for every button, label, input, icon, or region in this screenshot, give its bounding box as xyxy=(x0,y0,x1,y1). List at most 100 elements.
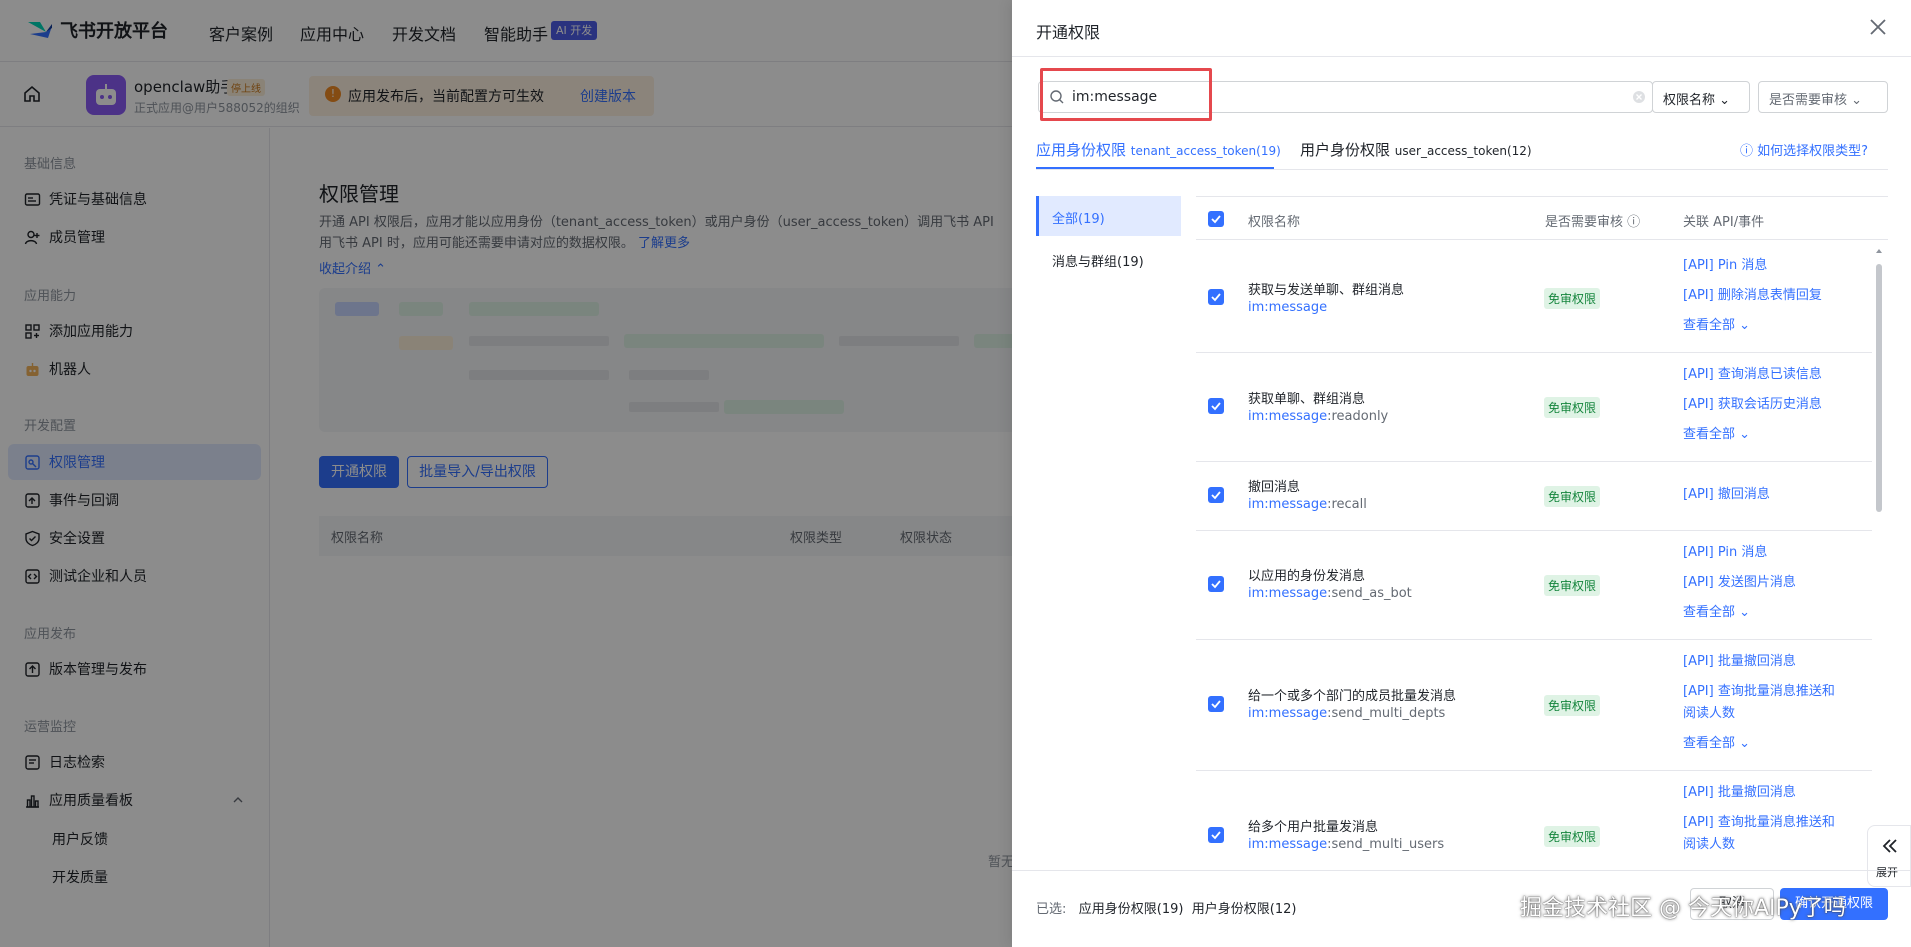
row-checkbox[interactable] xyxy=(1208,696,1224,712)
api-link[interactable]: [API] 批量撤回消息 xyxy=(1683,782,1796,804)
tab-token: user_access_token(12) xyxy=(1394,144,1532,158)
scope-rest: :readonly xyxy=(1327,409,1389,424)
see-all-label: 查看全部 xyxy=(1683,427,1736,442)
expand-panel-button[interactable]: 展开 xyxy=(1867,825,1911,887)
chevron-down-icon: ⌄ xyxy=(1851,93,1863,108)
permission-name: 给多个用户批量发消息 xyxy=(1248,820,1379,835)
modal-overlay[interactable] xyxy=(0,0,1012,947)
api-link[interactable]: [API] Pin 消息 xyxy=(1683,542,1767,564)
select-all-checkbox[interactable] xyxy=(1208,211,1224,227)
drawer-divider xyxy=(1012,56,1911,57)
api-link[interactable]: [API] 发送图片消息 xyxy=(1683,572,1796,594)
chevron-down-icon: ⌄ xyxy=(1739,605,1751,620)
see-all-link[interactable]: 查看全部 ⌄ xyxy=(1683,424,1750,446)
row-divider xyxy=(1196,770,1872,771)
col-needs-review: 是否需要审核 ⓘ xyxy=(1545,211,1640,230)
review-free-badge: 免审权限 xyxy=(1544,486,1601,507)
api-link-continued[interactable]: 阅读人数 xyxy=(1683,834,1735,856)
chevron-down-icon: ⌄ xyxy=(1739,427,1751,442)
scrollbar-thumb[interactable] xyxy=(1876,264,1882,512)
row-divider xyxy=(1196,639,1872,640)
permission-name: 以应用的身份发消息 xyxy=(1248,569,1366,584)
api-link-continued[interactable]: 阅读人数 xyxy=(1683,703,1735,725)
select-placeholder: 是否需要审核 xyxy=(1769,93,1848,108)
search-type-select[interactable]: 权限名称 ⌄ xyxy=(1652,81,1750,113)
check-icon xyxy=(1211,831,1221,840)
category-all[interactable]: 全部(19) xyxy=(1052,208,1105,227)
see-all-link[interactable]: 查看全部 ⌄ xyxy=(1683,733,1750,755)
tab-app-identity[interactable]: 应用身份权限 tenant_access_token(19) xyxy=(1036,139,1281,160)
permission-name: 获取单聊、群组消息 xyxy=(1248,392,1366,407)
see-all-link[interactable]: 查看全部 ⌄ xyxy=(1683,315,1750,337)
red-annotation-box xyxy=(1040,68,1212,121)
api-link[interactable]: [API] 查询批量消息推送和 xyxy=(1683,812,1835,834)
chevron-down-icon: ⌄ xyxy=(1719,93,1731,108)
check-icon xyxy=(1211,580,1221,589)
see-all-link[interactable]: 查看全部 ⌄ xyxy=(1683,602,1750,624)
help-label: 如何选择权限类型? xyxy=(1757,144,1869,159)
watermark-text: 掘金技术社区 @ 今天你AIPy了吗 xyxy=(1520,896,1846,921)
footer-divider xyxy=(1012,870,1911,871)
row-checkbox[interactable] xyxy=(1208,827,1224,843)
double-chevron-left-icon xyxy=(1882,839,1897,853)
scope-rest: :recall xyxy=(1327,497,1367,512)
selected-summary: 已选: 应用身份权限(19) 用户身份权限(12) xyxy=(1036,898,1296,917)
review-free-badge: 免审权限 xyxy=(1544,397,1601,418)
row-divider xyxy=(1196,352,1872,353)
see-all-label: 查看全部 xyxy=(1683,318,1736,333)
category-messages-groups[interactable]: 消息与群组(19) xyxy=(1052,251,1144,270)
see-all-label: 查看全部 xyxy=(1683,736,1736,751)
api-link[interactable]: [API] 获取会话历史消息 xyxy=(1683,394,1822,416)
row-checkbox[interactable] xyxy=(1208,289,1224,305)
col-label: 是否需要审核 xyxy=(1545,215,1624,230)
col-permission-name: 权限名称 xyxy=(1248,215,1301,230)
chevron-down-icon: ⌄ xyxy=(1739,736,1751,751)
scope-match: im:message xyxy=(1248,497,1328,512)
row-divider xyxy=(1196,530,1872,531)
permission-name: 撤回消息 xyxy=(1248,480,1301,495)
close-icon[interactable] xyxy=(1867,16,1889,38)
tab-label: 应用身份权限 xyxy=(1036,141,1127,159)
selected-app-count: 应用身份权限(19) xyxy=(1078,902,1184,917)
see-all-label: 查看全部 xyxy=(1683,605,1736,620)
help-circle-icon: ⓘ xyxy=(1740,144,1754,159)
api-link[interactable]: [API] Pin 消息 xyxy=(1683,255,1767,277)
selected-label: 已选: xyxy=(1036,902,1067,917)
tab-label: 用户身份权限 xyxy=(1300,141,1391,159)
api-link[interactable]: [API] 查询消息已读信息 xyxy=(1683,364,1822,386)
scope-match: im:message xyxy=(1248,586,1328,601)
permission-scope: im:message:send_as_bot xyxy=(1248,586,1412,601)
check-icon xyxy=(1211,293,1221,302)
expand-label: 展开 xyxy=(1876,866,1898,879)
tab-user-identity[interactable]: 用户身份权限 user_access_token(12) xyxy=(1300,139,1532,160)
help-circle-icon[interactable]: ⓘ xyxy=(1627,215,1640,230)
scope-match: im:message xyxy=(1248,706,1328,721)
select-value: 权限名称 xyxy=(1663,93,1716,108)
row-checkbox[interactable] xyxy=(1208,487,1224,503)
api-link[interactable]: [API] 撤回消息 xyxy=(1683,484,1770,506)
scope-match: im:message xyxy=(1248,837,1328,852)
review-free-badge: 免审权限 xyxy=(1544,695,1601,716)
review-filter-select[interactable]: 是否需要审核 ⌄ xyxy=(1758,81,1888,113)
permission-scope: im:message xyxy=(1248,300,1327,315)
row-checkbox[interactable] xyxy=(1208,398,1224,414)
check-icon xyxy=(1211,700,1221,709)
scope-rest: :send_multi_users xyxy=(1327,837,1445,852)
review-free-badge: 免审权限 xyxy=(1544,575,1601,596)
clear-input-icon[interactable] xyxy=(1632,90,1646,104)
permission-scope: im:message:recall xyxy=(1248,497,1367,512)
drawer-title: 开通权限 xyxy=(1036,23,1101,42)
scroll-up-arrow-icon[interactable] xyxy=(1875,247,1883,255)
review-free-badge: 免审权限 xyxy=(1544,288,1601,309)
api-link[interactable]: [API] 查询批量消息推送和 xyxy=(1683,681,1835,703)
permission-name: 获取与发送单聊、群组消息 xyxy=(1248,283,1405,298)
chevron-down-icon: ⌄ xyxy=(1739,318,1751,333)
api-link[interactable]: [API] 批量撤回消息 xyxy=(1683,651,1796,673)
api-link[interactable]: [API] 删除消息表情回复 xyxy=(1683,285,1822,307)
col-related-api: 关联 API/事件 xyxy=(1683,215,1765,230)
tab-token: tenant_access_token(19) xyxy=(1130,144,1281,158)
review-free-badge: 免审权限 xyxy=(1544,826,1601,847)
permission-type-help-link[interactable]: ⓘ 如何选择权限类型? xyxy=(1740,140,1868,159)
row-checkbox[interactable] xyxy=(1208,576,1224,592)
selected-user-count: 用户身份权限(12) xyxy=(1191,902,1297,917)
